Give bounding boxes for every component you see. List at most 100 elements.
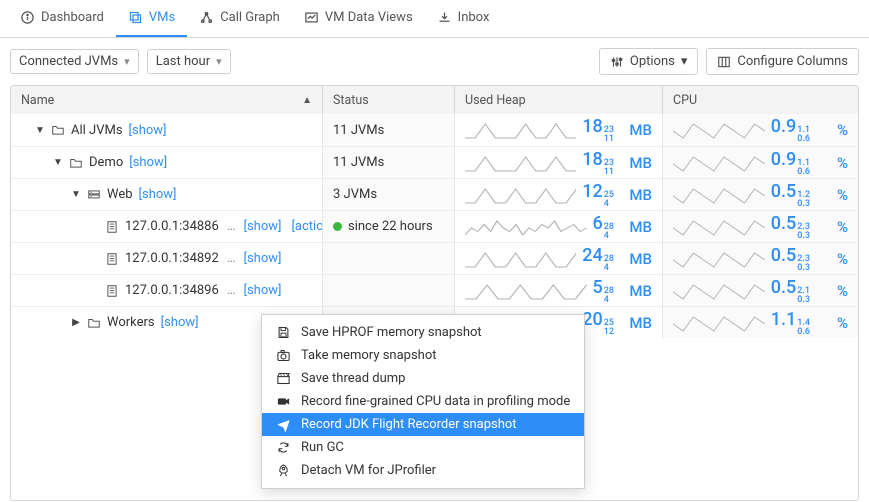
- download-icon: [437, 10, 452, 25]
- cpu-unit: %: [822, 154, 848, 172]
- tab-inbox[interactable]: Inbox: [425, 0, 502, 37]
- status-text: 3 JVMs: [333, 187, 377, 202]
- show-link[interactable]: [show]: [244, 251, 282, 266]
- options-button[interactable]: Options ▾: [599, 48, 699, 75]
- toolbar: Connected JVMs ▾ Last hour ▾ Options ▾ C…: [0, 38, 869, 85]
- menu-item-label: Save thread dump: [301, 371, 405, 386]
- clap-icon: [276, 371, 291, 386]
- col-name[interactable]: Name▲: [11, 86, 323, 114]
- heap-value: 5284: [593, 277, 614, 305]
- tab-callgraph[interactable]: Call Graph: [187, 0, 292, 37]
- heap-unit: MB: [626, 282, 652, 300]
- cell-name: ▼ All JVMs [show]: [11, 114, 323, 146]
- menu-item-label: Take memory snapshot: [301, 348, 437, 363]
- show-link[interactable]: [show]: [244, 219, 282, 234]
- cell-heap: 182311 MB: [455, 147, 663, 178]
- menu-item-label: Detach VM for JProfiler: [301, 463, 436, 478]
- configure-columns-button[interactable]: Configure Columns: [706, 48, 859, 75]
- node-label: All JVMs: [71, 123, 123, 138]
- show-link[interactable]: [show]: [129, 155, 167, 170]
- cell-status: [323, 243, 455, 274]
- jvm-filter-select[interactable]: Connected JVMs ▾: [10, 49, 139, 74]
- host-icon: [87, 188, 101, 202]
- cell-cpu: 0.52.30.3 %: [663, 211, 858, 242]
- status-text: 11 JVMs: [333, 123, 384, 138]
- cell-status: since 22 hours: [323, 211, 455, 242]
- menu-item[interactable]: Record JDK Flight Recorder snapshot: [262, 413, 584, 436]
- table-row[interactable]: 127.0.0.1:34892 … [show] 24284 MB 0.52.3…: [11, 242, 858, 274]
- table-row[interactable]: 127.0.0.1:34896 … [show] 5284 MB 0.52.10…: [11, 274, 858, 306]
- actions-link[interactable]: [actions]: [291, 219, 323, 234]
- table-row[interactable]: 127.0.0.1:34886 … [show] [actions] since…: [11, 210, 858, 242]
- menu-item[interactable]: Save thread dump: [262, 367, 584, 390]
- cpu-unit: %: [822, 121, 848, 139]
- menu-item[interactable]: Save HPROF memory snapshot: [262, 321, 584, 344]
- tree-caret-icon[interactable]: ▶: [71, 317, 81, 328]
- cpu-value: 0.91.10.6: [771, 149, 810, 177]
- graph-icon: [199, 10, 214, 25]
- tree-caret-icon[interactable]: ▼: [71, 189, 81, 200]
- select-value: Connected JVMs: [19, 54, 118, 69]
- menu-item[interactable]: Detach VM for JProfiler: [262, 459, 584, 482]
- menu-item-label: Record fine-grained CPU data in profilin…: [301, 394, 570, 409]
- menu-item-label: Run GC: [301, 440, 344, 455]
- status-dot-icon: [333, 222, 342, 231]
- tab-label: VM Data Views: [325, 10, 413, 25]
- button-label: Options: [630, 54, 675, 69]
- status-text: since 22 hours: [348, 219, 433, 234]
- columns-icon: [717, 55, 731, 69]
- heap-unit: MB: [626, 314, 652, 332]
- col-status[interactable]: Status: [323, 86, 455, 114]
- show-link[interactable]: [show]: [161, 315, 199, 330]
- cpu-value: 0.52.30.3: [771, 245, 810, 273]
- ellipsis: …: [227, 219, 236, 234]
- node-label: Workers: [107, 315, 155, 330]
- vm-table: Name▲ Status Used Heap CPU ▼ All JVMs [s…: [10, 85, 859, 501]
- cell-cpu: 1.11.40.6 %: [663, 307, 858, 338]
- cell-heap: 12254 MB: [455, 179, 663, 210]
- tab-dataviews[interactable]: VM Data Views: [292, 0, 425, 37]
- tree-caret-icon[interactable]: ▼: [35, 125, 45, 136]
- rocket-icon: [276, 463, 291, 478]
- show-link[interactable]: [show]: [244, 283, 282, 298]
- chevron-down-icon: ▾: [681, 54, 688, 69]
- node-label: Demo: [89, 155, 123, 170]
- select-value: Last hour: [156, 54, 210, 69]
- show-link[interactable]: [show]: [139, 187, 177, 202]
- video-icon: [276, 394, 291, 409]
- show-link[interactable]: [show]: [129, 123, 167, 138]
- vm-icon: [105, 252, 119, 266]
- info-icon: [20, 10, 35, 25]
- heap-unit: MB: [626, 250, 652, 268]
- node-label: Web: [107, 187, 133, 202]
- table-row[interactable]: ▼ Demo [show] 11 JVMs 182311 MB: [11, 146, 858, 178]
- menu-item[interactable]: Take memory snapshot: [262, 344, 584, 367]
- heap-unit: MB: [626, 154, 652, 172]
- save-icon: [276, 325, 291, 340]
- menu-item[interactable]: Run GC: [262, 436, 584, 459]
- main-tabs: Dashboard VMs Call Graph VM Data Views I…: [0, 0, 869, 38]
- status-text: 11 JVMs: [333, 155, 384, 170]
- tab-label: Inbox: [458, 10, 490, 25]
- chart-icon: [304, 10, 319, 25]
- tree-caret-icon[interactable]: ▼: [53, 157, 63, 168]
- button-label: Configure Columns: [737, 54, 848, 69]
- heap-unit: MB: [626, 121, 652, 139]
- heap-value: 6284: [593, 213, 614, 241]
- table-row[interactable]: ▼ Web [show] 3 JVMs 12254 MB: [11, 178, 858, 210]
- heap-value: 24284: [582, 245, 614, 273]
- tab-label: VMs: [149, 10, 175, 25]
- cpu-value: 0.91.10.6: [771, 116, 810, 144]
- cell-cpu: 0.91.10.6 %: [663, 114, 858, 146]
- time-range-select[interactable]: Last hour ▾: [147, 49, 231, 74]
- cell-heap: 24284 MB: [455, 243, 663, 274]
- col-cpu[interactable]: CPU: [663, 86, 858, 114]
- tab-label: Call Graph: [220, 10, 280, 25]
- menu-item[interactable]: Record fine-grained CPU data in profilin…: [262, 390, 584, 413]
- tab-vms[interactable]: VMs: [116, 0, 187, 37]
- tab-dashboard[interactable]: Dashboard: [8, 0, 116, 37]
- cpu-unit: %: [822, 314, 848, 332]
- table-row[interactable]: ▼ All JVMs [show] 11 JVMs 182311 MB: [11, 114, 858, 146]
- col-heap[interactable]: Used Heap: [455, 86, 663, 114]
- cpu-value: 1.11.40.6: [771, 309, 810, 337]
